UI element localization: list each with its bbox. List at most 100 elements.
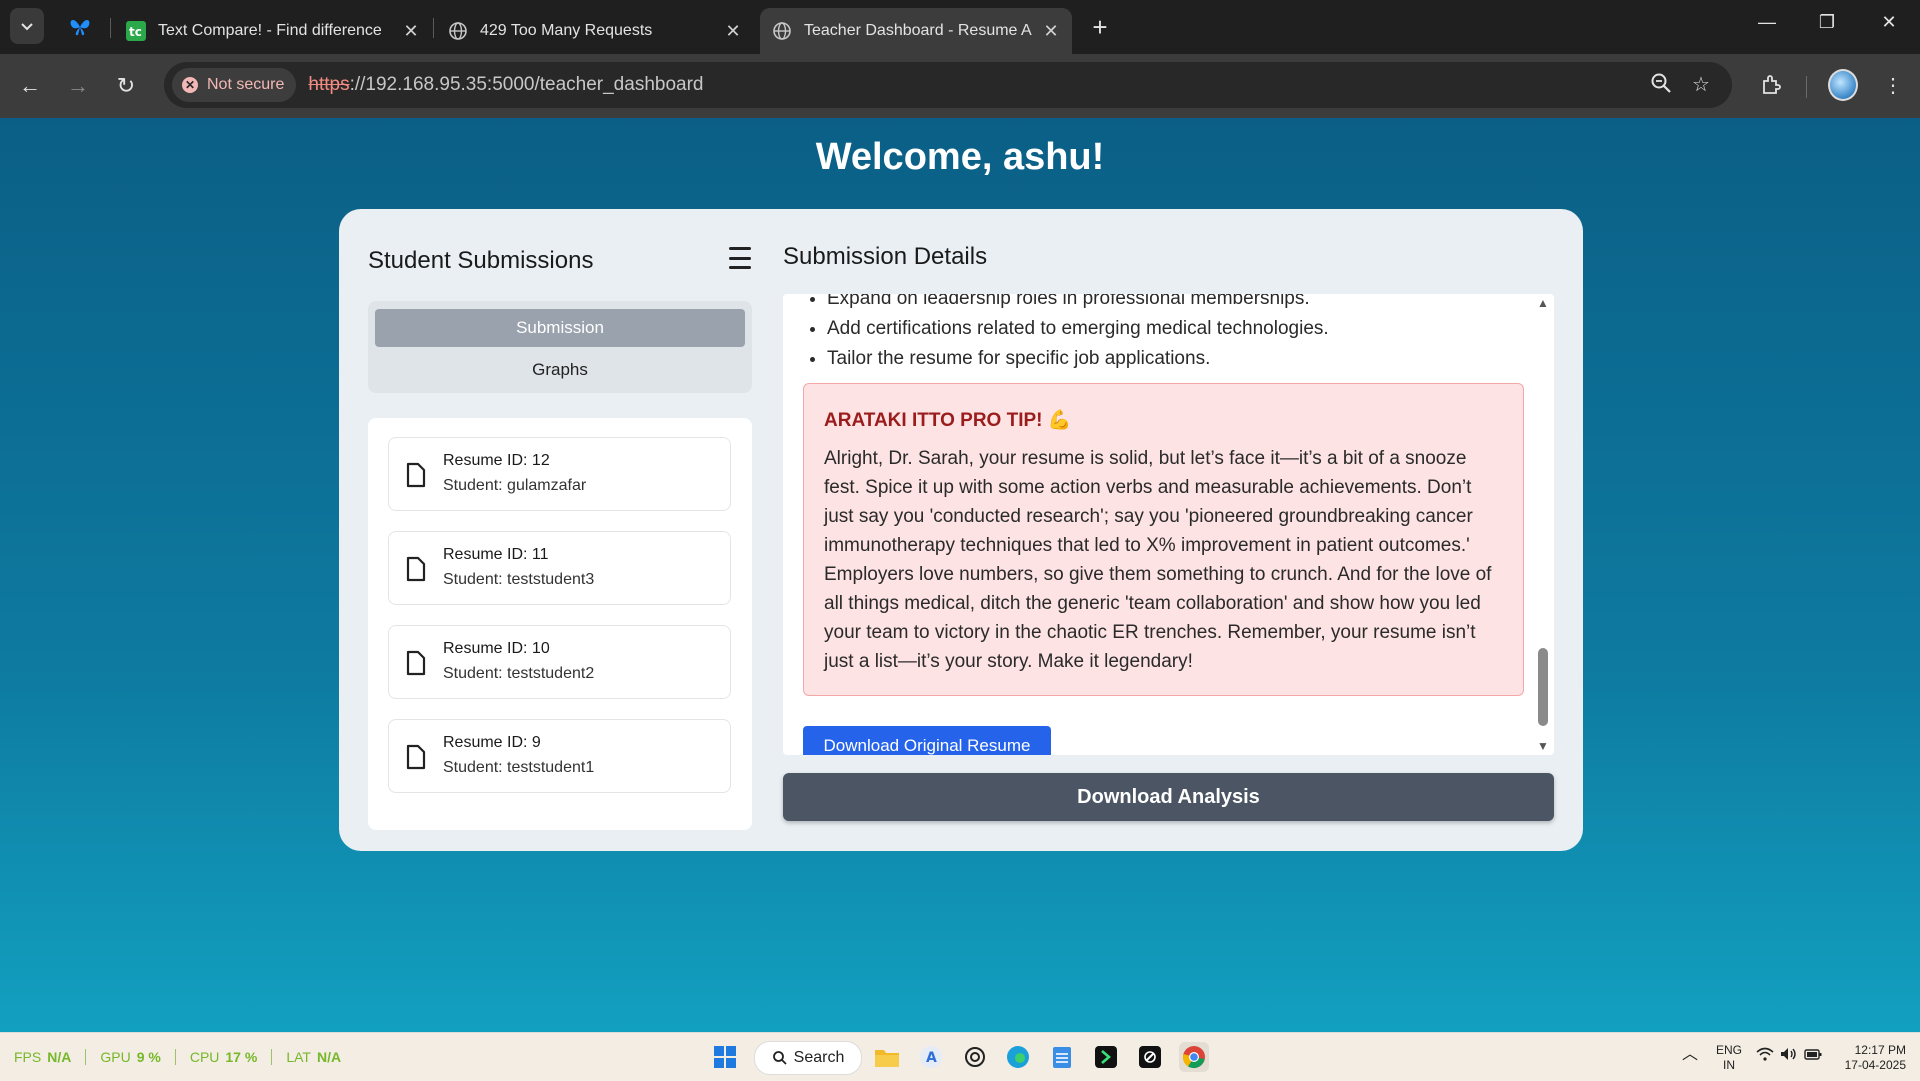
globe-icon (772, 21, 792, 41)
document-icon (406, 650, 426, 676)
scroll-down-arrow-icon[interactable]: ▼ (1537, 739, 1549, 753)
cpu-metric: CPU 17 % (190, 1049, 273, 1065)
tab-title: Text Compare! - Find difference (158, 22, 382, 39)
address-bar[interactable]: ✕ Not secure https://192.168.95.35:5000/… (164, 62, 1732, 108)
tab-title: Teacher Dashboard - Resume A (804, 22, 1032, 39)
scrollbar-thumb[interactable] (1538, 648, 1548, 726)
submission-item[interactable]: Resume ID: 9 Student: teststudent1 (388, 719, 731, 793)
document-icon (406, 744, 426, 770)
submission-item[interactable]: Resume ID: 10 Student: teststudent2 (388, 625, 731, 699)
download-analysis-button[interactable]: Download Analysis (783, 773, 1554, 821)
menu-dots-icon[interactable]: ⋮ (1878, 70, 1908, 100)
language-code: ENG (1716, 1043, 1743, 1057)
taskbar-search-button[interactable]: Search (754, 1041, 862, 1075)
dashboard-card: Student Submissions Submission Graphs Re… (339, 209, 1583, 851)
download-original-resume-button[interactable]: Download Original Resume (803, 726, 1051, 755)
submission-details-scrollpane[interactable]: Expand on leadership roles in profession… (783, 294, 1554, 755)
chatgpt-icon[interactable] (960, 1042, 990, 1072)
resume-id-label: Resume ID: 9 (443, 734, 541, 751)
view-menu: Submission Graphs (368, 301, 752, 393)
tray-overflow-chevron-icon[interactable]: ︿ (1682, 1047, 1698, 1063)
resume-id-label: Resume ID: 11 (443, 546, 549, 563)
forward-arrow-icon[interactable]: → (62, 70, 94, 102)
url-scheme: https (308, 74, 350, 95)
pinned-tab[interactable] (64, 12, 96, 42)
hamburger-menu-icon[interactable] (729, 243, 751, 269)
suggestion-item: Expand on leadership roles in profession… (827, 294, 1329, 314)
close-icon[interactable]: ✕ (722, 21, 744, 42)
extensions-icon[interactable] (1756, 70, 1786, 100)
suggestion-item: Tailor the resume for specific job appli… (827, 344, 1329, 374)
windows-start-icon[interactable] (710, 1042, 740, 1072)
back-arrow-icon[interactable]: ← (14, 70, 46, 102)
tab-separator (433, 18, 434, 38)
gpu-metric: GPU 9 % (100, 1049, 176, 1065)
tab-separator (110, 18, 111, 38)
security-chip[interactable]: ✕ Not secure (172, 68, 297, 102)
resume-id-label: Resume ID: 10 (443, 640, 550, 657)
chevron-down-icon (21, 23, 33, 31)
student-label: Student: teststudent2 (443, 665, 595, 682)
student-label: Student: gulamzafar (443, 477, 587, 494)
language-indicator[interactable]: ENG IN (1716, 1043, 1742, 1073)
pro-tip-box: ARATAKI ITTO PRO TIP! 💪 Alright, Dr. Sar… (803, 383, 1524, 696)
zoom-icon[interactable] (1650, 72, 1672, 100)
page-title: Welcome, ashu! (815, 136, 1105, 178)
vertical-scrollbar[interactable]: ▲ ▼ (1532, 294, 1554, 755)
notes-app-icon[interactable] (1135, 1042, 1165, 1072)
profile-avatar[interactable] (1828, 69, 1858, 101)
submission-item[interactable]: Resume ID: 12 Student: gulamzafar (388, 437, 731, 511)
file-explorer-icon[interactable] (872, 1042, 902, 1072)
reload-icon[interactable]: ↻ (110, 70, 142, 102)
edge-icon[interactable] (1003, 1042, 1033, 1072)
close-window-icon[interactable]: ✕ (1874, 12, 1904, 33)
scroll-up-arrow-icon[interactable]: ▲ (1537, 296, 1549, 310)
submissions-heading: Student Submissions (368, 247, 594, 274)
new-tab-button[interactable]: + (1088, 12, 1112, 43)
student-label: Student: teststudent3 (443, 571, 595, 588)
toolbar-divider (1806, 76, 1807, 98)
tab-too-many-requests[interactable]: 429 Too Many Requests ✕ (448, 8, 744, 54)
search-icon (772, 1051, 787, 1065)
clock[interactable]: 12:17 PM 17-04-2025 (1836, 1043, 1906, 1073)
suggestion-item: Add certifications related to emerging m… (827, 314, 1329, 344)
volume-icon[interactable] (1780, 1047, 1798, 1065)
latency-metric: LAT N/A (286, 1049, 342, 1065)
search-label: Search (793, 1049, 845, 1066)
details-heading: Submission Details (783, 243, 988, 270)
svg-text:A: A (926, 1050, 937, 1066)
submission-list: Resume ID: 12 Student: gulamzafar Resume… (368, 418, 752, 830)
minimize-icon[interactable]: — (1752, 12, 1782, 33)
url-text[interactable]: https://192.168.95.35:5000/teacher_dashb… (308, 74, 703, 96)
pro-tip-title: ARATAKI ITTO PRO TIP! 💪 (824, 410, 1072, 431)
close-icon[interactable]: ✕ (400, 21, 422, 42)
windows-taskbar: FPS N/A GPU 9 % CPU 17 % LAT N/A Search A ︿ … (0, 1032, 1920, 1081)
tab-text-compare[interactable]: tc Text Compare! - Find difference ✕ (126, 8, 422, 54)
star-icon[interactable]: ☆ (1692, 72, 1710, 97)
globe-icon (448, 21, 468, 41)
wifi-icon[interactable] (1756, 1047, 1774, 1064)
submission-menu-button[interactable]: Submission (375, 309, 745, 347)
tab-search-button[interactable] (10, 8, 44, 44)
document-icon (406, 462, 426, 488)
butterfly-icon (70, 20, 90, 36)
browser-tab-strip: tc Text Compare! - Find difference ✕ 429… (0, 0, 1920, 54)
pro-tip-text: Alright, Dr. Sarah, your resume is solid… (824, 448, 1492, 672)
clock-date: 17-04-2025 (1844, 1058, 1906, 1072)
url-rest: ://192.168.95.35:5000/teacher_dashboard (349, 74, 704, 95)
battery-icon[interactable] (1804, 1047, 1822, 1065)
resume-id-label: Resume ID: 12 (443, 452, 550, 469)
tab-teacher-dashboard[interactable]: Teacher Dashboard - Resume A ✕ (760, 8, 1072, 54)
security-label: Not secure (207, 76, 285, 93)
tab-title: 429 Too Many Requests (480, 22, 653, 39)
notepad-icon[interactable] (1047, 1042, 1077, 1072)
app-store-icon[interactable]: A (916, 1042, 946, 1072)
document-icon (406, 556, 426, 582)
svg-text:tc: tc (129, 25, 142, 39)
terminal-app-icon[interactable] (1091, 1042, 1121, 1072)
graphs-menu-button[interactable]: Graphs (375, 351, 745, 389)
chrome-icon[interactable] (1179, 1042, 1209, 1072)
restore-icon[interactable]: ❐ (1812, 12, 1842, 33)
submission-item[interactable]: Resume ID: 11 Student: teststudent3 (388, 531, 731, 605)
close-icon[interactable]: ✕ (1040, 21, 1062, 42)
